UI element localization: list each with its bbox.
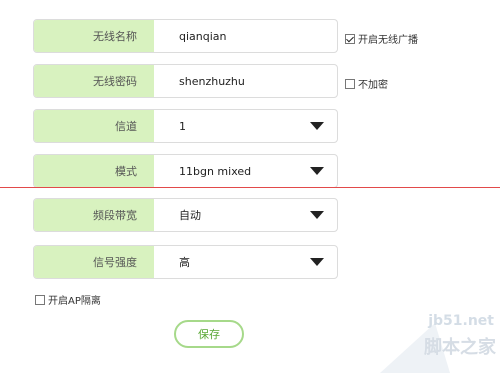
signal-strength-select[interactable]: 高 [154, 246, 337, 278]
chevron-down-icon[interactable] [310, 211, 324, 219]
wireless-settings-page: 无线名称 qianqian 开启无线广播 无线密码 shenzhuzhu 不加密… [0, 0, 500, 373]
mode-label: 模式 [34, 155, 154, 187]
ap-isolation-checkbox-label: 开启AP隔离 [48, 296, 101, 307]
password-label: 无线密码 [34, 65, 154, 97]
signal-strength-select-value: 高 [179, 256, 190, 269]
mode-select[interactable]: 11bgn mixed [154, 155, 337, 187]
save-button[interactable]: 保存 [174, 320, 244, 348]
ssid-label: 无线名称 [34, 20, 154, 52]
ssid-row: 无线名称 qianqian [33, 19, 338, 53]
bandwidth-select-value: 自动 [179, 209, 201, 222]
signal-strength-row: 信号强度 高 [33, 245, 338, 279]
password-row: 无线密码 shenzhuzhu [33, 64, 338, 98]
ssid-input[interactable]: qianqian [154, 20, 337, 52]
channel-label: 信道 [34, 110, 154, 142]
password-input[interactable]: shenzhuzhu [154, 65, 337, 97]
broadcast-checkbox[interactable] [345, 33, 355, 44]
red-divider-line [0, 187, 500, 188]
channel-row: 信道 1 [33, 109, 338, 143]
bandwidth-label: 频段带宽 [34, 199, 154, 231]
bandwidth-row: 频段带宽 自动 [33, 198, 338, 232]
no-encrypt-checkbox[interactable] [345, 78, 355, 89]
broadcast-checkbox-line[interactable]: 开启无线广播 [345, 31, 418, 46]
no-encrypt-checkbox-line[interactable]: 不加密 [345, 76, 388, 91]
watermark-site: jb51.net [428, 313, 494, 329]
channel-select-value: 1 [179, 119, 186, 133]
chevron-down-icon[interactable] [310, 167, 324, 175]
mode-select-value: 11bgn mixed [179, 164, 252, 178]
mode-row: 模式 11bgn mixed [33, 154, 338, 188]
broadcast-checkbox-label: 开启无线广播 [358, 35, 418, 46]
no-encrypt-checkbox-label: 不加密 [358, 80, 388, 91]
watermark: jb51.net 脚本之家 [380, 313, 500, 373]
chevron-down-icon[interactable] [310, 122, 324, 130]
signal-strength-label: 信号强度 [34, 246, 154, 278]
watermark-name: 脚本之家 [424, 337, 496, 358]
watermark-shape-icon [380, 323, 450, 373]
chevron-down-icon[interactable] [310, 258, 324, 266]
bandwidth-select[interactable]: 自动 [154, 199, 337, 231]
ap-isolation-checkbox[interactable] [35, 294, 45, 305]
channel-select[interactable]: 1 [154, 110, 337, 142]
ap-isolation-checkbox-line[interactable]: 开启AP隔离 [35, 292, 101, 307]
